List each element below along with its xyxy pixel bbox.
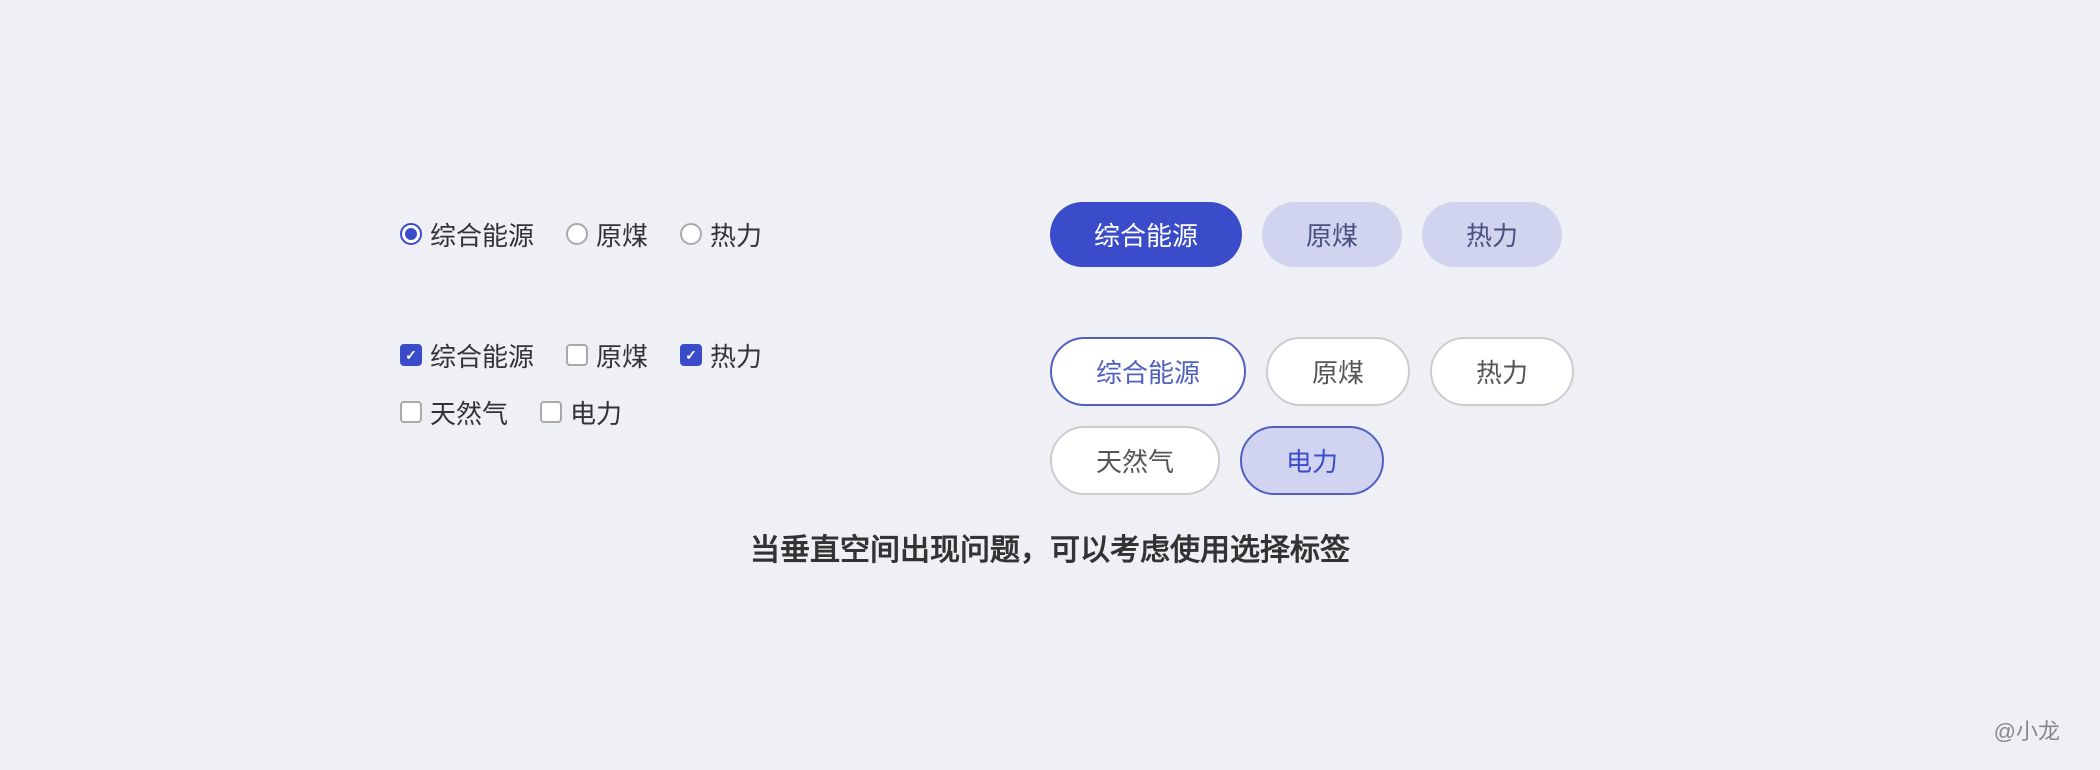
checkbox-row-2: 天然气 电力 <box>400 394 762 431</box>
tag-group-row2: 综合能源 原煤 热力 天然气 电力 <box>1050 337 1700 495</box>
tag-reli-inactive[interactable]: 热力 <box>1422 202 1562 267</box>
checkbox-tianranqi[interactable]: 天然气 <box>400 394 508 431</box>
checkbox-zhonghe[interactable]: 综合能源 <box>400 337 534 374</box>
checkbox-box-tianranqi <box>400 401 422 423</box>
tag-tianranqi-outline[interactable]: 天然气 <box>1050 426 1220 495</box>
row-2: 综合能源 原煤 热力 天然 <box>0 337 2100 495</box>
checkbox-dianli[interactable]: 电力 <box>540 394 622 431</box>
main-container: 综合能源 原煤 热力 综合能源 原煤 热力 <box>0 0 2100 770</box>
checkbox-box-dianli <box>540 401 562 423</box>
checkbox-label-zhonghe: 综合能源 <box>430 337 534 374</box>
radio-label-reli: 热力 <box>710 216 762 253</box>
checkbox-group: 综合能源 原煤 热力 天然 <box>400 337 1050 431</box>
checkbox-label-tianranqi: 天然气 <box>430 394 508 431</box>
content-area: 综合能源 原煤 热力 综合能源 原煤 热力 <box>0 202 2100 569</box>
tag-zhonghe-active[interactable]: 综合能源 <box>1050 202 1242 267</box>
checkbox-label-reli: 热力 <box>710 337 762 374</box>
checkbox-reli[interactable]: 热力 <box>680 337 762 374</box>
tag-reli-outline[interactable]: 热力 <box>1430 337 1574 406</box>
checkbox-box-zhonghe <box>400 344 422 366</box>
radio-label-zhonghe: 综合能源 <box>430 216 534 253</box>
tag-group-row1: 综合能源 原煤 热力 <box>1050 202 1700 267</box>
watermark: @小龙 <box>1994 714 2060 746</box>
tag-row-2: 天然气 电力 <box>1050 426 1574 495</box>
tag-row-1: 综合能源 原煤 热力 <box>1050 337 1574 406</box>
bottom-text: 当垂直空间出现问题，可以考虑使用选择标签 <box>750 525 1350 569</box>
radio-item-zhonghe[interactable]: 综合能源 <box>400 216 534 253</box>
checkbox-box-yuanmei <box>566 344 588 366</box>
tag-yuanmei-inactive[interactable]: 原煤 <box>1262 202 1402 267</box>
radio-circle-yuanmei <box>566 223 588 245</box>
radio-item-reli[interactable]: 热力 <box>680 216 762 253</box>
radio-item-yuanmei[interactable]: 原煤 <box>566 216 648 253</box>
radio-label-yuanmei: 原煤 <box>596 216 648 253</box>
row-1: 综合能源 原煤 热力 综合能源 原煤 热力 <box>0 202 2100 267</box>
checkbox-label-dianli: 电力 <box>570 394 622 431</box>
radio-circle-reli <box>680 223 702 245</box>
checkbox-box-reli <box>680 344 702 366</box>
tag-yuanmei-outline[interactable]: 原煤 <box>1266 337 1410 406</box>
checkbox-rows: 综合能源 原煤 热力 天然 <box>400 337 762 431</box>
tag-dianli-selected[interactable]: 电力 <box>1240 426 1384 495</box>
tag-zhonghe-outline[interactable]: 综合能源 <box>1050 337 1246 406</box>
checkbox-label-yuanmei: 原煤 <box>596 337 648 374</box>
radio-group: 综合能源 原煤 热力 <box>400 216 1050 253</box>
checkbox-yuanmei[interactable]: 原煤 <box>566 337 648 374</box>
radio-circle-zhonghe <box>400 223 422 245</box>
tag-rows: 综合能源 原煤 热力 天然气 电力 <box>1050 337 1574 495</box>
checkbox-row-1: 综合能源 原煤 热力 <box>400 337 762 374</box>
